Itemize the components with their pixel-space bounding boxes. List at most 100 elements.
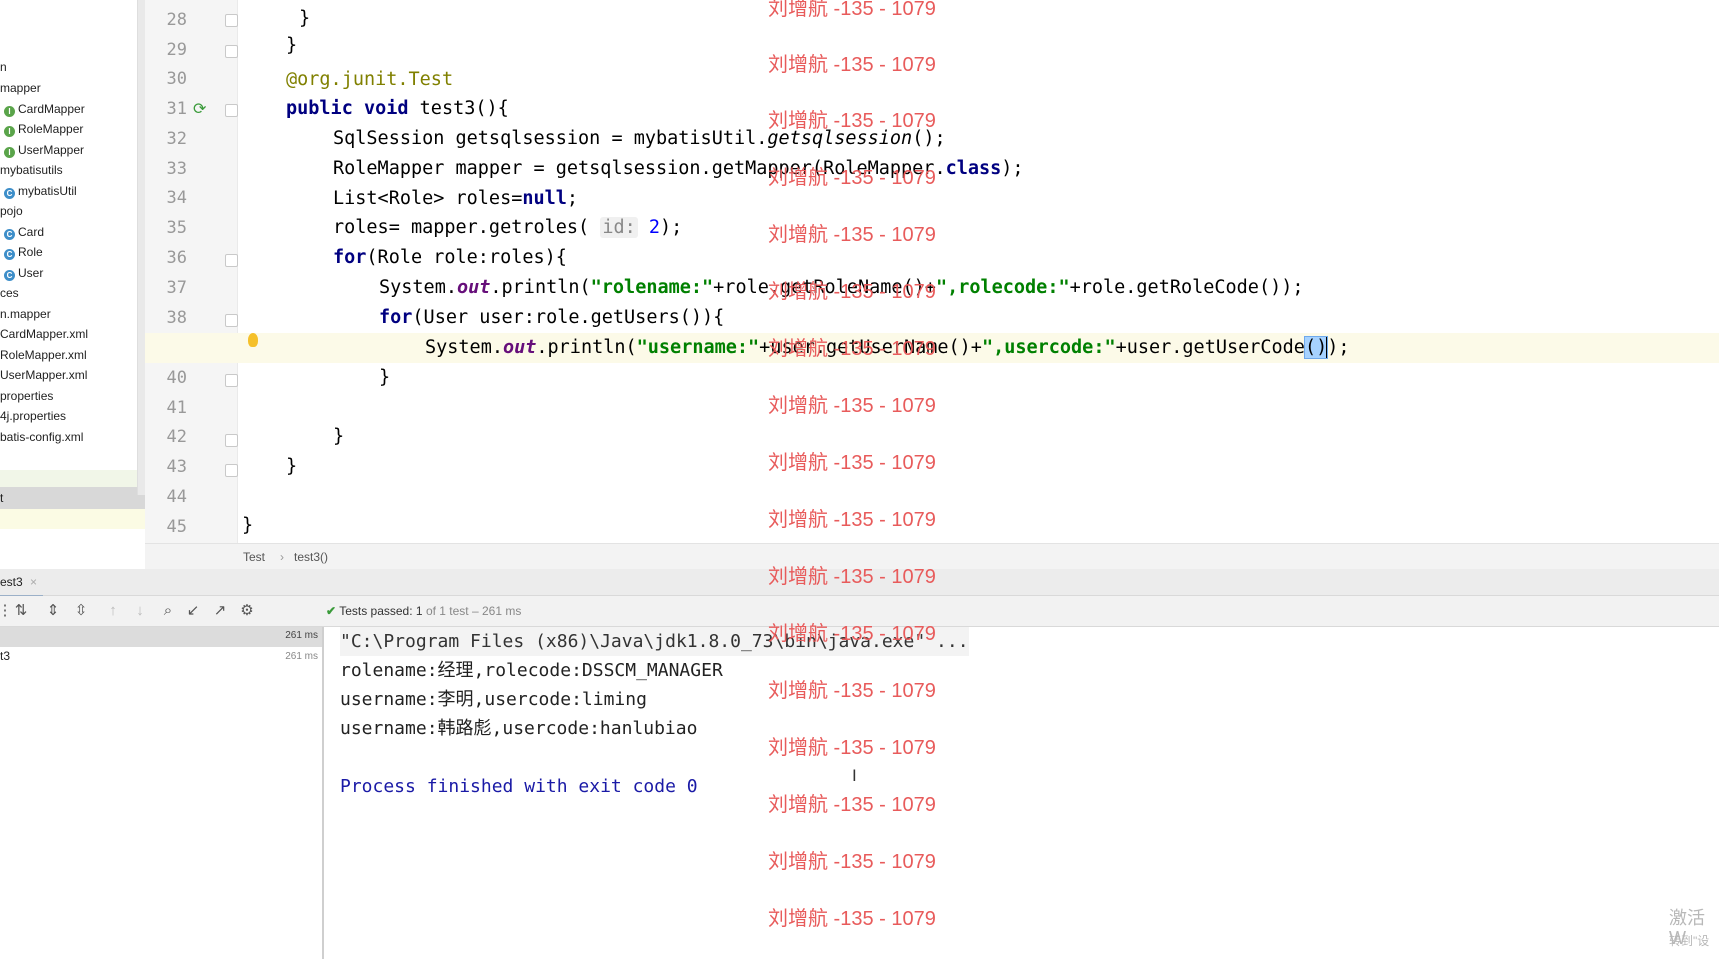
- code-line-34[interactable]: List<Role> roles=null;: [333, 184, 578, 214]
- tree-item[interactable]: batis-config.xml: [0, 428, 83, 446]
- tree-item[interactable]: I CardMapper: [4, 100, 85, 118]
- code-line-28[interactable]: }: [299, 4, 310, 34]
- code-text: }: [299, 8, 311, 29]
- project-tree-panel: t n mapper I CardMapper I RoleMapper I UserMapp…: [0, 0, 146, 529]
- code-line-38[interactable]: for(User user:role.getUsers()){: [379, 303, 724, 333]
- code-text: );: [660, 217, 683, 238]
- string-literal: ",rolecode:": [935, 277, 1070, 298]
- code-line-35[interactable]: roles= mapper.getroles( id: 2);: [333, 213, 682, 243]
- expand-all-icon[interactable]: ⇕: [44, 596, 62, 626]
- console-line: username:韩路彪,usercode:hanlubiao: [340, 718, 698, 739]
- fold-marker-icon[interactable]: [225, 434, 238, 447]
- line-number: 33: [166, 159, 187, 179]
- tree-item-label: UserMapper: [18, 143, 85, 157]
- code-line-29[interactable]: }: [286, 31, 297, 61]
- breadcrumb-class[interactable]: Test: [243, 544, 265, 570]
- tree-item-label: 4j.properties: [0, 409, 67, 423]
- arrow-down-icon[interactable]: ↓: [131, 596, 149, 626]
- tree-item[interactable]: I UserMapper: [4, 141, 84, 159]
- watermark-text: 刘增航 -135 - 1079: [768, 281, 936, 303]
- sort-icon[interactable]: ⇅: [12, 596, 30, 626]
- code-text: test3(){: [408, 98, 509, 119]
- fold-marker-icon[interactable]: [225, 14, 238, 27]
- code-line-40[interactable]: }: [379, 363, 390, 393]
- watermark-text: 刘增航 -135 - 1079: [768, 0, 936, 20]
- text-cursor-icon: I: [852, 766, 857, 785]
- tree-item[interactable]: UserMapper.xml: [0, 366, 87, 384]
- watermark-text: 刘增航 -135 - 1079: [768, 167, 936, 189]
- lightbulb-icon[interactable]: [248, 333, 258, 347]
- fold-marker-icon[interactable]: [225, 45, 238, 58]
- run-test-icon[interactable]: ⟳: [193, 99, 206, 119]
- tree-selected-label: t: [0, 491, 4, 505]
- tree-item-label: CardMapper.xml: [0, 327, 89, 341]
- tree-item-label: mybatisUtil: [18, 184, 77, 198]
- line-number: 28: [166, 10, 187, 30]
- code-line-31[interactable]: public void test3(){: [286, 94, 509, 124]
- line-number: 37: [166, 278, 187, 298]
- tree-item[interactable]: I RoleMapper: [4, 120, 83, 138]
- tree-item[interactable]: ces: [0, 284, 19, 302]
- breadcrumb-method[interactable]: test3(): [294, 544, 328, 570]
- tree-item[interactable]: properties: [0, 387, 53, 405]
- tree-item[interactable]: C Role: [4, 243, 43, 261]
- import-tests-icon[interactable]: ↙: [184, 596, 202, 626]
- tree-item[interactable]: n: [0, 58, 7, 76]
- code-line-42[interactable]: }: [333, 422, 344, 452]
- code-line-30[interactable]: @org.junit.Test: [286, 65, 453, 95]
- line-number: 34: [166, 188, 187, 208]
- tree-item[interactable]: RoleMapper.xml: [0, 346, 87, 364]
- fold-marker-icon[interactable]: [225, 104, 238, 117]
- tree-selected-row[interactable]: t: [0, 487, 145, 509]
- line-number: 42: [166, 427, 187, 447]
- watermark-text: 刘增航 -135 - 1079: [768, 737, 936, 759]
- code-editor[interactable]: } } @org.junit.Test public void test3(){…: [238, 0, 1719, 543]
- tree-item[interactable]: C User: [4, 264, 43, 282]
- number-literal: 2: [648, 217, 661, 238]
- code-text: }: [286, 35, 298, 56]
- tree-item[interactable]: 4j.properties: [0, 407, 66, 425]
- test-results-tree: 261 ms t3 261 ms: [0, 627, 324, 959]
- interface-icon: I: [4, 106, 15, 117]
- collapse-all-icon[interactable]: ⇳: [72, 596, 90, 626]
- tree-item-label: CardMapper: [18, 102, 85, 116]
- string-literal: "username:": [636, 337, 760, 358]
- class-icon: C: [4, 270, 15, 281]
- tab-run-test3[interactable]: est3 ×: [0, 569, 44, 597]
- fold-marker-icon[interactable]: [225, 314, 238, 327]
- tree-item[interactable]: C Card: [4, 223, 44, 241]
- code-line-43[interactable]: }: [286, 452, 297, 482]
- arrow-up-icon[interactable]: ↑: [104, 596, 122, 626]
- test-row-test3[interactable]: t3 261 ms: [0, 647, 322, 667]
- keyword: class: [945, 158, 1002, 179]
- tree-item[interactable]: n.mapper: [0, 305, 51, 323]
- code-text: roles= mapper.getroles(: [333, 217, 590, 238]
- code-text: +user.getUserCode: [1115, 337, 1305, 358]
- export-tests-icon[interactable]: ↗: [211, 596, 229, 626]
- tree-item[interactable]: CmybatisUtil: [4, 182, 77, 200]
- line-number: 29: [166, 40, 187, 60]
- keyword: for: [379, 307, 413, 328]
- tab-label: est3: [0, 575, 23, 589]
- test-row-root[interactable]: 261 ms: [0, 627, 322, 647]
- code-line-36[interactable]: for(Role role:roles){: [333, 243, 567, 273]
- fold-marker-icon[interactable]: [225, 374, 238, 387]
- code-line-45[interactable]: }: [242, 511, 253, 541]
- watermark-text: 刘增航 -135 - 1079: [768, 54, 936, 76]
- tree-item[interactable]: pojo: [0, 202, 23, 220]
- tree-item[interactable]: CardMapper.xml: [0, 325, 88, 343]
- code-text: );: [1327, 337, 1350, 358]
- close-icon[interactable]: ×: [30, 575, 37, 589]
- test-name: t3: [0, 649, 11, 663]
- gear-icon[interactable]: ⚙: [238, 596, 256, 626]
- string-literal: ",usercode:": [981, 337, 1116, 358]
- tree-item[interactable]: mapper: [0, 79, 41, 97]
- tree-item[interactable]: mybatisutils: [0, 161, 63, 179]
- watermark-text: 刘增航 -135 - 1079: [768, 509, 936, 531]
- console-output[interactable]: "C:\Program Files (x86)\Java\jdk1.8.0_73…: [324, 627, 1719, 959]
- fold-marker-icon[interactable]: [225, 464, 238, 477]
- search-icon[interactable]: ⌕: [159, 596, 177, 626]
- code-text: }: [242, 515, 254, 536]
- annotation-text: Test: [408, 69, 454, 90]
- fold-marker-icon[interactable]: [225, 254, 238, 267]
